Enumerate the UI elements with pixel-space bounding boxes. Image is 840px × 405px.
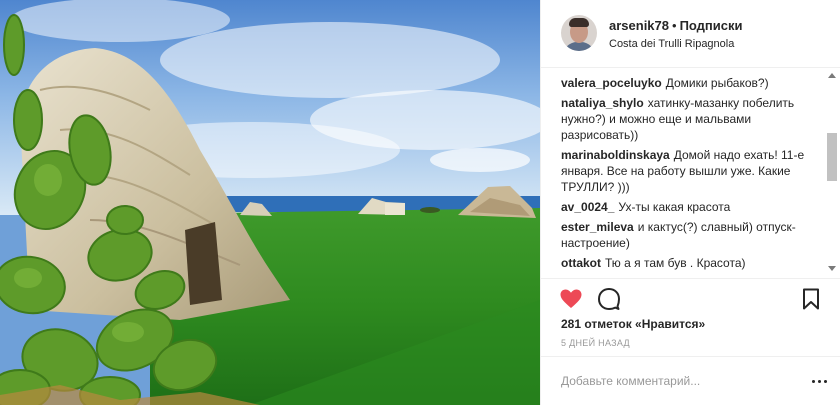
- comment-bubble-icon[interactable]: [597, 287, 621, 311]
- comment-username[interactable]: ottakot: [561, 256, 601, 270]
- scrollbar-thumb[interactable]: [827, 133, 837, 181]
- post-side-panel: arsenik78 • Подписки Costa dei Trulli Ripa…: [540, 0, 840, 405]
- trulli-landscape-image: [0, 0, 540, 405]
- comment-username[interactable]: marinaboldinskaya: [561, 148, 670, 162]
- likes-count[interactable]: 281 отметок «Нравится»: [561, 317, 705, 331]
- scroll-up-arrow-icon[interactable]: [828, 73, 836, 78]
- comment-username[interactable]: valera_poceluyko: [561, 76, 662, 90]
- username-link[interactable]: arsenik78: [609, 18, 669, 33]
- location-link[interactable]: Costa dei Trulli Ripagnola: [609, 37, 734, 51]
- comment-item: av_0024_ Ух-ты какая красота: [561, 199, 823, 215]
- post-photo[interactable]: [0, 0, 540, 405]
- post-timestamp: 5 дней назад: [561, 338, 630, 348]
- following-button[interactable]: Подписки: [680, 18, 743, 33]
- post-header: arsenik78 • Подписки Costa dei Trulli Ripa…: [541, 0, 840, 68]
- post-container: arsenik78 • Подписки Costa dei Trulli Ripa…: [0, 0, 840, 405]
- heart-filled-icon[interactable]: [559, 287, 583, 311]
- scroll-down-arrow-icon[interactable]: [828, 266, 836, 271]
- user-avatar-icon[interactable]: [561, 15, 597, 51]
- separator-dot: •: [672, 18, 677, 33]
- comment-username[interactable]: nataliya_shylo: [561, 96, 644, 110]
- more-dots-icon[interactable]: [809, 371, 829, 391]
- comment-text: Ух-ты какая красота: [618, 200, 731, 214]
- bookmark-icon[interactable]: [799, 287, 823, 311]
- comments-list[interactable]: valera_poceluyko Домики рыбаков?) nataliy…: [561, 75, 823, 271]
- comments-scrollbar[interactable]: [826, 71, 838, 273]
- comment-username[interactable]: av_0024_: [561, 200, 614, 214]
- action-bar: [541, 278, 840, 318]
- comment-item: nataliya_shylo хатинку-мазанку побелить н…: [561, 95, 823, 143]
- comment-item: valera_poceluyko Домики рыбаков?): [561, 75, 823, 91]
- comment-username[interactable]: ester_mileva: [561, 220, 634, 234]
- comment-text: Тю а я там був . Красота): [605, 256, 746, 270]
- comment-input[interactable]: [561, 371, 791, 391]
- comment-item: ester_mileva и кактус(?) славный) отпуск-…: [561, 219, 823, 251]
- comment-item: ottakot Тю а я там був . Красота): [561, 255, 823, 271]
- comment-text: Домики рыбаков?): [665, 76, 769, 90]
- add-comment-bar: [541, 356, 840, 405]
- comment-item: marinaboldinskaya Домой надо ехать! 11-е …: [561, 147, 823, 195]
- user-line: arsenik78 • Подписки: [609, 18, 743, 34]
